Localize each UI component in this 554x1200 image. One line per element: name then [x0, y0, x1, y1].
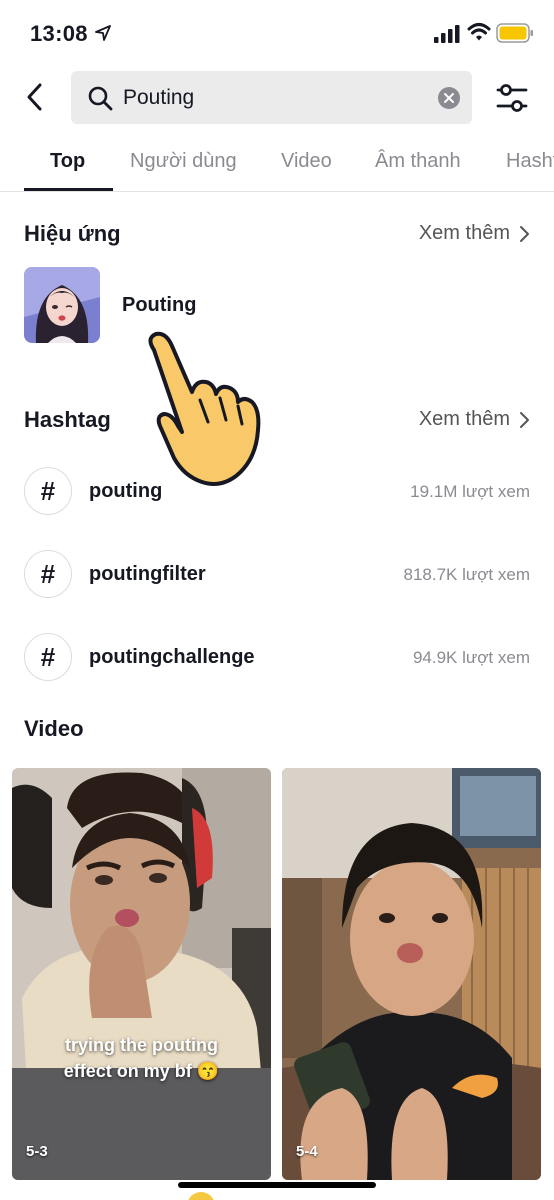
hashtag-name: poutingchallenge: [89, 646, 255, 668]
video-thumbnail: [12, 768, 271, 1180]
video-date: 5-4: [296, 1143, 318, 1160]
tab-hashtag[interactable]: Hashtag: [506, 150, 554, 173]
hashtag-view-count: 818.7K lượt xem: [403, 565, 530, 584]
search-tabs: Top Người dùng Video Âm thanh Hashtag: [0, 140, 554, 192]
hashtag-name: poutingfilter: [89, 563, 206, 585]
hashtag-row[interactable]: # poutingfilter 818.7K lượt xem: [24, 550, 530, 600]
see-more-label: Xem thêm: [418, 408, 510, 430]
effects-see-more-link[interactable]: Xem thêm: [419, 222, 530, 245]
hashtag-see-more-link[interactable]: Xem thêm: [419, 408, 530, 431]
back-button[interactable]: [18, 80, 52, 114]
video-caption-line: effect on my bf 😙: [63, 1061, 220, 1081]
signal-bars-icon: [434, 25, 460, 43]
battery-icon: [496, 23, 533, 43]
video-date: 5-3: [26, 1143, 48, 1160]
hashtag-icon: #: [24, 633, 72, 681]
effect-item-pouting[interactable]: Pouting: [24, 267, 524, 343]
back-arrow-icon: [27, 83, 42, 111]
hashtag-row[interactable]: # poutingchallenge 94.9K lượt xem: [24, 633, 530, 683]
see-more-label: Xem thêm: [418, 222, 510, 244]
search-input[interactable]: [123, 71, 423, 124]
chevron-right-icon: [520, 411, 529, 428]
chevron-right-icon: [520, 225, 529, 242]
hashtag-view-count: 19.1M lượt xem: [410, 482, 530, 501]
emoji-sticker: [187, 1192, 215, 1200]
clear-search-button[interactable]: [438, 87, 460, 109]
hashtag-icon: #: [24, 467, 72, 515]
hashtag-section-title: Hashtag: [24, 407, 111, 432]
tab-users[interactable]: Người dùng: [130, 150, 237, 173]
hashtag-view-count: 94.9K lượt xem: [412, 648, 530, 667]
active-tab-indicator: [24, 188, 113, 191]
search-box[interactable]: [71, 71, 472, 124]
video-caption: trying the pouting effect on my bf 😙: [12, 1032, 271, 1084]
effects-section-title: Hiệu ứng: [24, 221, 121, 246]
hand-pointer-icon: [148, 331, 261, 486]
video-caption-line: trying the pouting: [65, 1035, 218, 1055]
hashtag-name: pouting: [89, 480, 163, 502]
video-card[interactable]: 5-4: [282, 768, 541, 1180]
status-time: 13:08: [30, 21, 88, 46]
filter-sliders-icon[interactable]: [494, 80, 530, 116]
video-card[interactable]: trying the pouting effect on my bf 😙 5-3: [12, 768, 271, 1180]
tab-top[interactable]: Top: [50, 150, 85, 173]
hashtag-icon: #: [24, 550, 72, 598]
effect-thumbnail: [24, 267, 100, 343]
tab-video[interactable]: Video: [281, 150, 332, 173]
wifi-icon: [467, 23, 491, 41]
video-section-title: Video: [24, 716, 84, 741]
tab-sound[interactable]: Âm thanh: [375, 150, 461, 173]
effect-name: Pouting: [122, 294, 197, 316]
location-arrow-icon: [95, 25, 111, 41]
hashtag-row[interactable]: # pouting 19.1M lượt xem: [24, 467, 530, 517]
clear-icon: [444, 93, 454, 103]
search-icon: [88, 86, 113, 111]
status-bar: 13:08: [0, 0, 554, 60]
video-thumbnail: [282, 768, 541, 1180]
home-indicator: [178, 1182, 376, 1188]
